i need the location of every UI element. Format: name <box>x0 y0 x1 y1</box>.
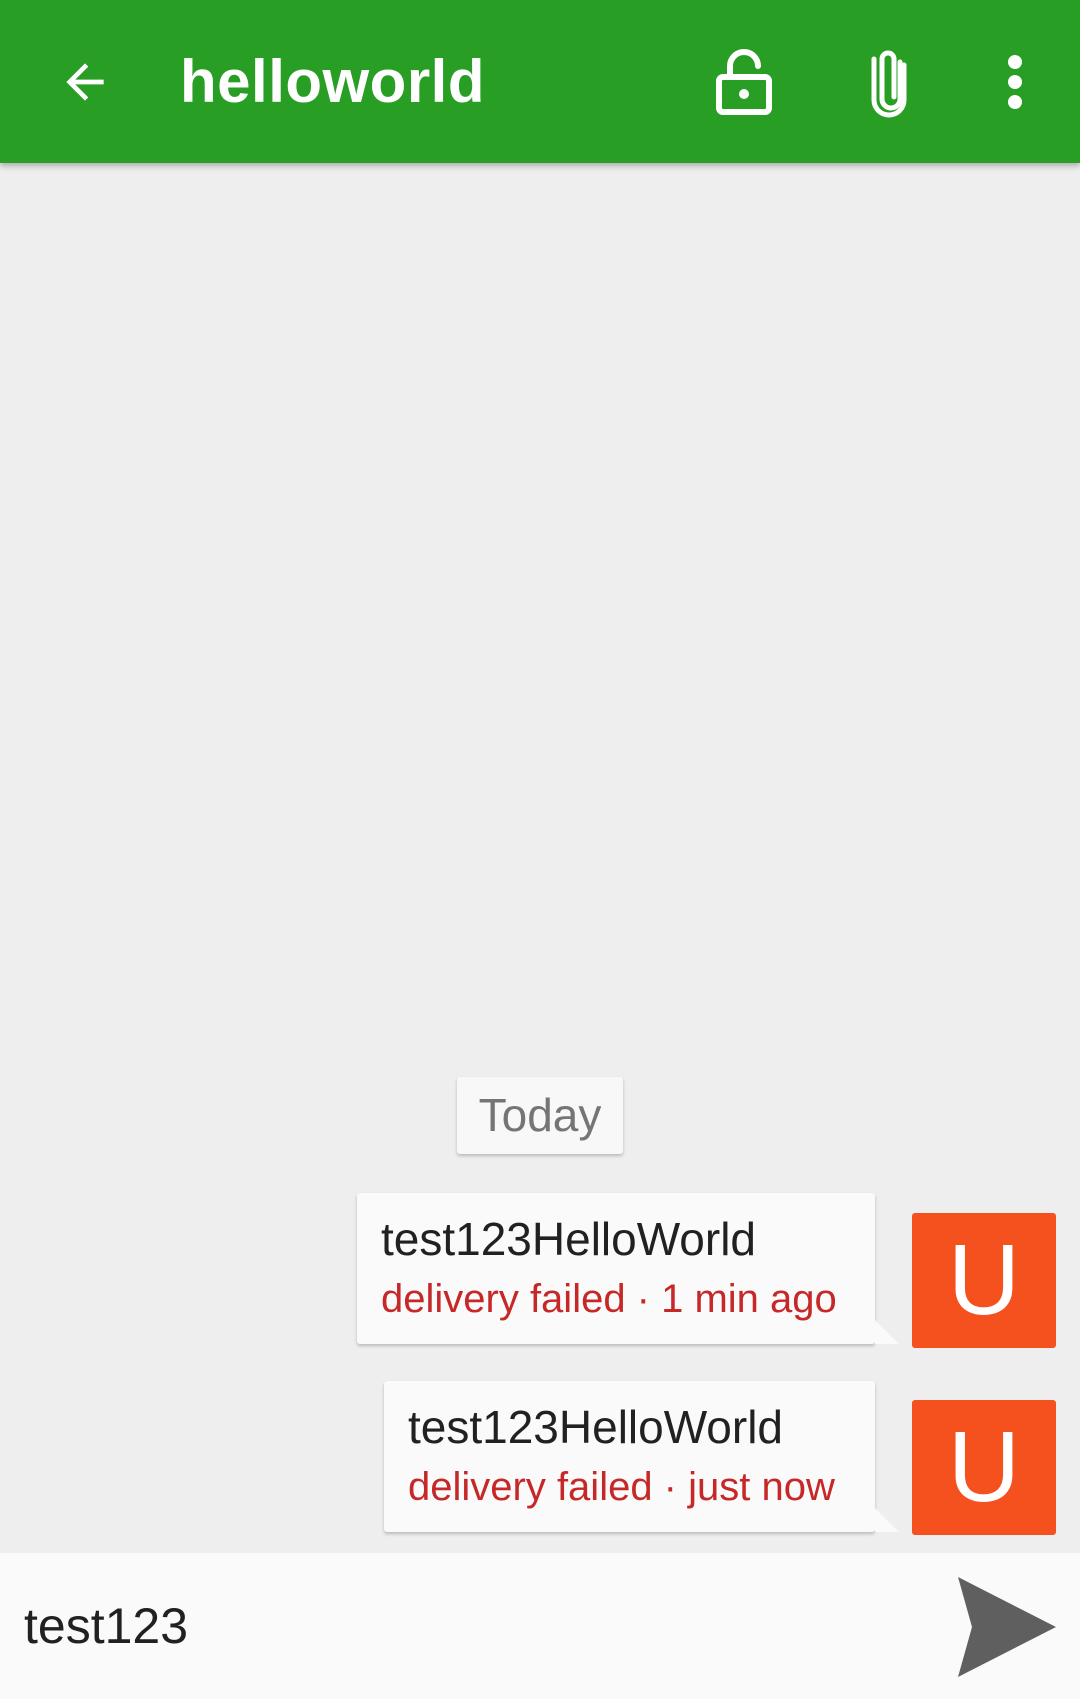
back-button[interactable] <box>40 0 130 163</box>
send-icon <box>958 1577 1056 1677</box>
lock-open-icon <box>716 48 772 115</box>
conversation-title: helloworld <box>180 48 485 115</box>
overflow-menu-button[interactable] <box>975 0 1055 163</box>
avatar[interactable]: U <box>912 1400 1056 1535</box>
paperclip-icon <box>871 50 907 117</box>
bubble-tail <box>875 1320 899 1344</box>
date-separator: Today <box>457 1077 623 1154</box>
message-bubble[interactable]: test123HelloWorld delivery failed · 1 mi… <box>357 1193 875 1344</box>
encryption-button[interactable] <box>700 0 788 163</box>
avatar[interactable]: U <box>912 1213 1056 1348</box>
message-text: test123HelloWorld <box>408 1401 784 1453</box>
app-toolbar: helloworld <box>0 0 1080 163</box>
attach-button[interactable] <box>845 0 933 163</box>
message-composer <box>0 1553 1080 1699</box>
message-status: delivery failed · just now <box>408 1465 835 1509</box>
arrow-left-icon <box>66 62 104 101</box>
more-vertical-icon <box>1008 54 1022 109</box>
message-bubble[interactable]: test123HelloWorld delivery failed · just… <box>384 1381 875 1532</box>
message-list[interactable]: Today test123HelloWorld delivery failed … <box>0 163 1080 1553</box>
message-input[interactable] <box>24 1553 924 1699</box>
send-button[interactable] <box>950 1573 1060 1683</box>
message-status: delivery failed · 1 min ago <box>381 1277 837 1321</box>
bubble-tail <box>875 1508 899 1532</box>
message-text: test123HelloWorld <box>381 1213 757 1265</box>
